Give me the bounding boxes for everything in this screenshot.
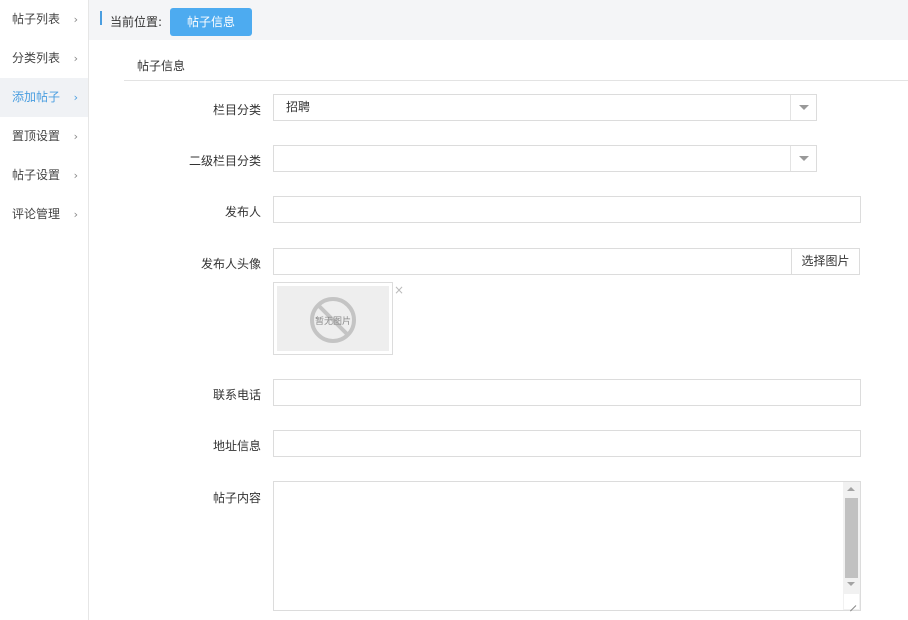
choose-image-button[interactable]: 选择图片 [791, 248, 860, 275]
subcategory-label: 二级栏目分类 [188, 154, 261, 168]
close-icon[interactable]: × [394, 284, 404, 296]
no-image-placeholder: 暂无图片 [277, 286, 389, 351]
sidebar-item-label: 添加帖子 [12, 90, 61, 104]
sidebar-item-post-list[interactable]: 帖子列表 › [0, 0, 88, 39]
chevron-right-icon: › [73, 13, 78, 26]
sidebar-item-comment-management[interactable]: 评论管理 › [0, 195, 88, 234]
sidebar-item-label: 帖子列表 [12, 12, 61, 26]
tab-post-info[interactable]: 帖子信息 [170, 8, 252, 36]
chevron-right-icon: › [73, 91, 78, 104]
sidebar-item-label: 分类列表 [12, 51, 61, 65]
chevron-right-icon: › [73, 208, 78, 221]
scroll-down-icon[interactable] [847, 582, 855, 586]
sidebar-item-pin-settings[interactable]: 置顶设置 › [0, 117, 88, 156]
publisher-input[interactable] [273, 196, 861, 223]
subcategory-select[interactable] [273, 145, 817, 172]
phone-label: 联系电话 [212, 388, 261, 402]
sidebar: 帖子列表 › 分类列表 › 添加帖子 › 置顶设置 › 帖子设置 › 评论管理 … [0, 0, 89, 620]
address-input[interactable] [273, 430, 861, 457]
breadcrumb-marker [100, 11, 102, 25]
sidebar-item-label: 帖子设置 [12, 168, 61, 182]
breadcrumb: 当前位置: 帖子信息 [89, 0, 908, 40]
publisher-label: 发布人 [224, 205, 261, 219]
phone-input[interactable] [273, 379, 861, 406]
no-image-icon: 暂无图片 [310, 297, 356, 343]
no-image-text: 暂无图片 [315, 315, 351, 326]
address-label: 地址信息 [212, 439, 261, 453]
caret-down-icon [790, 95, 816, 120]
vertical-scrollbar[interactable] [843, 482, 860, 610]
content-textarea[interactable] [273, 481, 861, 611]
chevron-right-icon: › [73, 130, 78, 143]
section-title: 帖子信息 [137, 59, 186, 73]
avatar-preview: 暂无图片 [273, 282, 393, 355]
category-label: 栏目分类 [212, 103, 261, 117]
avatar-input[interactable] [273, 248, 792, 275]
sidebar-item-label: 评论管理 [12, 207, 61, 221]
sidebar-item-post-settings[interactable]: 帖子设置 › [0, 156, 88, 195]
category-select[interactable]: 招聘 [273, 94, 817, 121]
content-label: 帖子内容 [212, 491, 261, 505]
caret-down-icon [790, 146, 816, 171]
sidebar-item-add-post[interactable]: 添加帖子 › [0, 78, 88, 117]
resize-handle-icon[interactable] [844, 594, 859, 609]
scrollbar-thumb[interactable] [845, 498, 858, 578]
sidebar-item-category-list[interactable]: 分类列表 › [0, 39, 88, 78]
chevron-right-icon: › [73, 52, 78, 65]
breadcrumb-label: 当前位置: [110, 15, 163, 29]
chevron-right-icon: › [73, 169, 78, 182]
scroll-up-icon[interactable] [847, 487, 855, 491]
avatar-label: 发布人头像 [200, 257, 261, 271]
sidebar-item-label: 置顶设置 [12, 129, 61, 143]
section-divider [124, 80, 908, 81]
category-select-value: 招聘 [286, 100, 311, 114]
